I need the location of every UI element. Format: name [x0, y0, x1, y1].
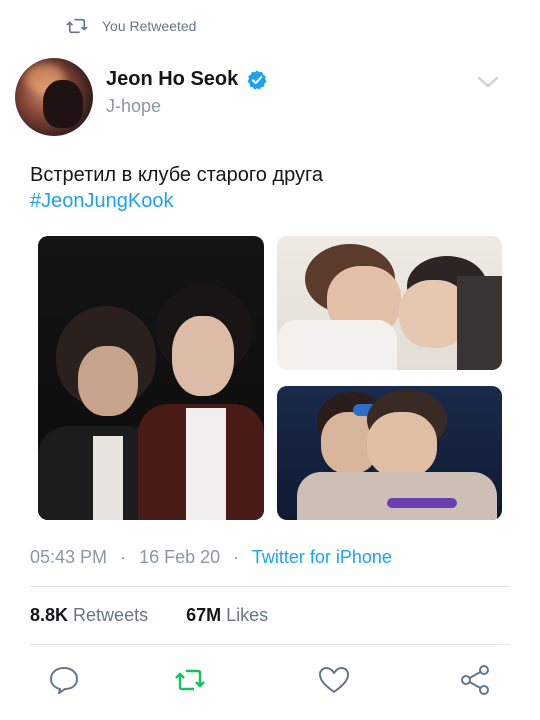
- meta-separator: ·: [120, 547, 127, 567]
- share-icon[interactable]: [458, 662, 494, 698]
- tweet-stats: 8.8K Retweets 67M Likes: [30, 605, 268, 626]
- likes-count: 67M: [186, 605, 222, 625]
- hashtag-link[interactable]: #JeonJungKook: [30, 188, 323, 214]
- tweet-body: Встретил в клубе старого друга: [30, 164, 323, 186]
- retweets-count: 8.8K: [30, 605, 69, 625]
- author-name[interactable]: Jeon Ho Seok: [106, 68, 238, 91]
- author-handle[interactable]: J-hope: [106, 96, 161, 117]
- retweet-banner-text: You Retweeted: [102, 18, 197, 34]
- likes-label: Likes: [226, 605, 269, 625]
- retweet-icon: [66, 18, 88, 34]
- heart-icon[interactable]: [316, 662, 352, 698]
- tweet-time: 05:43 PM: [30, 547, 108, 567]
- reply-icon[interactable]: [46, 662, 82, 698]
- divider: [30, 586, 510, 587]
- tweet-photo-2[interactable]: [277, 236, 502, 370]
- retweet-banner: You Retweeted: [66, 16, 196, 36]
- verified-badge-icon: [247, 69, 267, 90]
- tweet-date: 16 Feb 20: [139, 547, 221, 567]
- tweet-source-link[interactable]: Twitter for iPhone: [252, 547, 392, 567]
- chevron-down-icon[interactable]: [476, 74, 500, 90]
- likes-stat[interactable]: 67M Likes: [186, 605, 268, 625]
- avatar[interactable]: [15, 58, 93, 136]
- divider: [30, 644, 510, 645]
- tweet-photo-1[interactable]: [38, 236, 264, 520]
- retweets-label: Retweets: [73, 605, 149, 625]
- tweet-text: Встретил в клубе старого друга #JeonJung…: [30, 162, 323, 214]
- tweet-meta: 05:43 PM · 16 Feb 20 · Twitter for iPhon…: [30, 547, 392, 568]
- tweet-photo-3[interactable]: [277, 386, 502, 520]
- author-name-row[interactable]: Jeon Ho Seok: [106, 68, 268, 91]
- meta-separator: ·: [233, 547, 240, 567]
- retweet-icon[interactable]: [172, 662, 208, 698]
- retweets-stat[interactable]: 8.8K Retweets: [30, 605, 153, 625]
